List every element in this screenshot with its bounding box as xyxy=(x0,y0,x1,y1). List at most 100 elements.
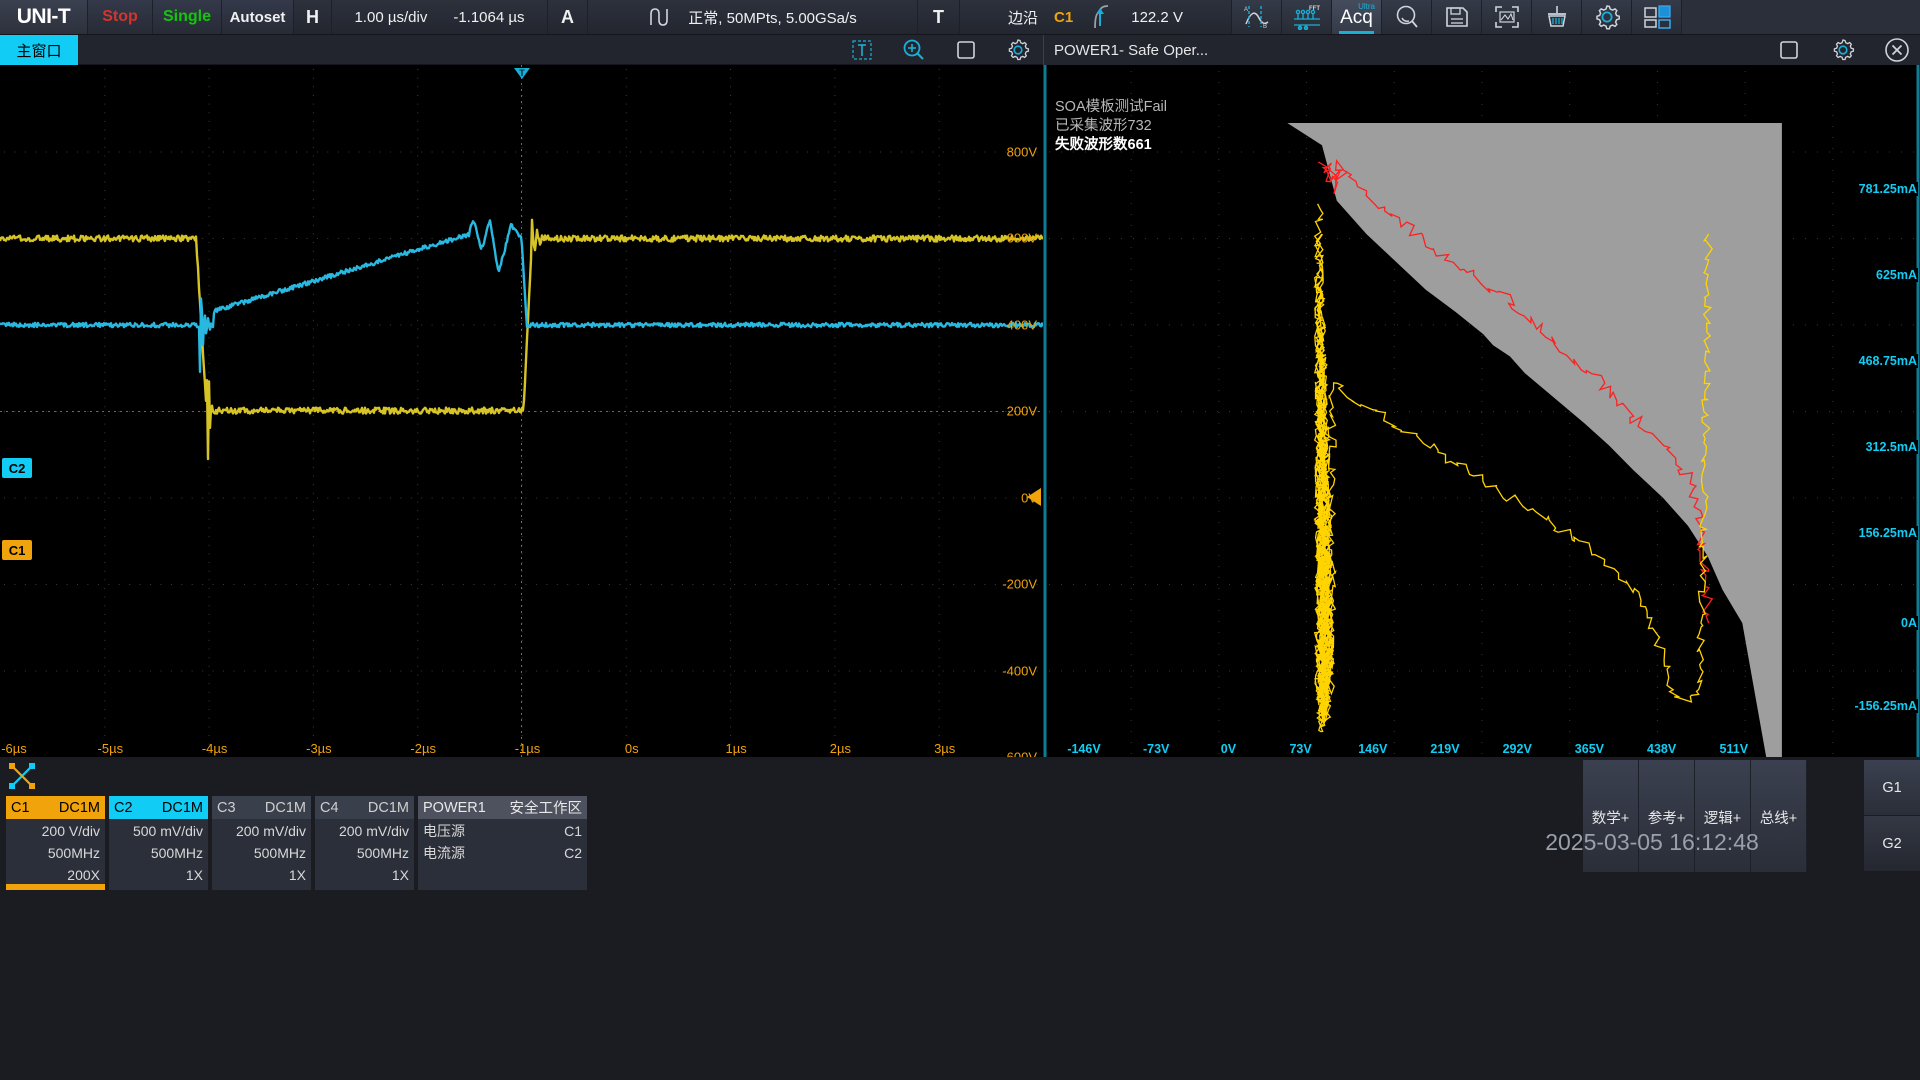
zoom-in-icon[interactable] xyxy=(901,37,927,63)
soa-canvas xyxy=(1043,65,1920,757)
power-voltage-source-row: 电压源 C1 xyxy=(423,820,582,842)
soa-note-3-text: 失败波形数661 xyxy=(1055,137,1152,153)
voltage-tick-label: 200V xyxy=(1007,404,1037,419)
screenshot-icon[interactable] xyxy=(1482,0,1532,34)
channel-scale-c2: 500 mV/div xyxy=(114,820,203,842)
close-icon[interactable] xyxy=(1884,37,1910,63)
time-tick-label: 3µs xyxy=(934,741,955,756)
soa-plot-area[interactable]: SOA模板测试Fail 已采集波形732 失败波形数661 781.25mA 62… xyxy=(1043,65,1920,757)
waveform-icon xyxy=(648,6,674,28)
power-label: POWER1 xyxy=(423,800,486,816)
channel-box-c4[interactable]: C4 DC1M 200 mV/div 500MHz 1X xyxy=(314,795,415,891)
oscilloscope-waveform-area[interactable]: T C2 C1 800V 600V 400V 200V 0V -200V -400V -600… xyxy=(0,65,1043,757)
stop-button[interactable]: Stop xyxy=(88,0,153,34)
voltage-tick-label: 0V xyxy=(1021,490,1037,505)
soa-note-2-text: 已采集波形732 xyxy=(1055,118,1152,134)
channel-marker-c2[interactable]: C2 xyxy=(2,458,32,478)
power-voltage-source-label: 电压源 xyxy=(423,820,465,842)
voltage-tick-label: 600V xyxy=(1007,231,1037,246)
channel-label-c2: C2 xyxy=(114,800,133,816)
soa-note-2: 已采集波形732 xyxy=(1055,117,1152,136)
ref-add-label: 参考+ xyxy=(1639,807,1694,828)
text-cursor-icon[interactable] xyxy=(849,37,875,63)
soa-voltage-tick-label: 219V xyxy=(1430,742,1459,756)
group-button-g2[interactable]: G2 xyxy=(1864,816,1920,872)
horizontal-indicator[interactable]: H xyxy=(294,0,332,34)
cursor-tools-icon[interactable] xyxy=(8,762,36,790)
time-axis-labels: -6µs -5µs -4µs -3µs -2µs -1µs 0s 1µs 2µs 3µs xyxy=(0,740,1043,757)
tab-main-window[interactable]: 主窗口 xyxy=(0,35,78,65)
soa-voltage-tick-label: 438V xyxy=(1647,742,1676,756)
horizontal-settings[interactable]: 1.00 µs/div -1.1064 µs xyxy=(332,0,548,34)
soa-current-tick-label: 0A xyxy=(1900,616,1918,630)
trigger-position-marker[interactable]: T xyxy=(513,67,529,85)
trigger-indicator[interactable]: T xyxy=(918,0,960,34)
soa-note-1-text: SOA模板测试Fail xyxy=(1055,99,1167,115)
gear-icon[interactable] xyxy=(1830,37,1856,63)
power-current-source-value: C2 xyxy=(564,842,582,864)
acquisition-info: 正常, 50MPts, 5.00GSa/s xyxy=(688,7,856,28)
trigger-level-value: 122.2 V xyxy=(1131,9,1183,26)
soa-current-tick-label: 312.5mA xyxy=(1865,440,1918,454)
bottom-bar: C1 DC1M 200 V/div 500MHz 200X C2 DC1M 50… xyxy=(0,757,1920,1080)
single-button[interactable]: Single xyxy=(153,0,222,34)
group-buttons: G1 G2 xyxy=(1864,760,1920,872)
time-tick-label: -4µs xyxy=(202,741,228,756)
svg-text:A: A xyxy=(1244,7,1248,13)
square-icon[interactable] xyxy=(953,37,979,63)
soa-current-axis-labels: 781.25mA 625mA 468.75mA 312.5mA 156.25mA 0A -1… xyxy=(1860,65,1920,757)
acquisition-settings[interactable]: 正常, 50MPts, 5.00GSa/s xyxy=(588,0,918,34)
channel-box-c3[interactable]: C3 DC1M 200 mV/div 500MHz 1X xyxy=(211,795,312,891)
channel-box-c1[interactable]: C1 DC1M 200 V/div 500MHz 200X xyxy=(5,795,106,891)
acquire-indicator[interactable]: A xyxy=(548,0,588,34)
power-analysis-box[interactable]: POWER1 安全工作区 电压源 C1 电流源 C2 xyxy=(417,795,588,891)
fft-icon[interactable]: FFT xyxy=(1282,0,1332,34)
square-icon[interactable] xyxy=(1776,37,1802,63)
power-current-source-label: 电流源 xyxy=(423,842,465,864)
main-window-toolbar: 主窗口 xyxy=(0,35,1043,65)
group-button-g1[interactable]: G1 xyxy=(1864,760,1920,816)
time-tick-label: -2µs xyxy=(410,741,436,756)
soa-voltage-axis-labels: -146V -73V 0V 73V 146V 219V 292V 365V 438V 511V xyxy=(1043,741,1920,757)
search-icon[interactable] xyxy=(1382,0,1432,34)
channel-bandwidth-c2: 500MHz xyxy=(114,842,203,864)
soa-current-tick-label: 781.25mA xyxy=(1858,182,1918,196)
top-toolbar: UNI-T Stop Single Autoset H 1.00 µs/div … xyxy=(0,0,1920,35)
settings-icon[interactable] xyxy=(1582,0,1632,34)
soa-current-tick-label: -156.25mA xyxy=(1853,699,1918,713)
horizontal-delay-value: -1.1064 µs xyxy=(453,9,524,26)
channel-bandwidth-c1: 500MHz xyxy=(11,842,100,864)
channel-probe-c4: 1X xyxy=(320,864,409,886)
measure-icon[interactable]: A B xyxy=(1232,0,1282,34)
soa-voltage-tick-label: -146V xyxy=(1067,742,1100,756)
bus-add-label: 总线+ xyxy=(1751,807,1806,828)
channel-scale-c3: 200 mV/div xyxy=(217,820,306,842)
save-icon[interactable] xyxy=(1432,0,1482,34)
bottom-right-controls: 数学+ 参考+ 逻辑+ 总线+ G1 G2 2025-03-05 16:12:4… xyxy=(1280,757,1920,872)
clear-icon[interactable] xyxy=(1532,0,1582,34)
channel-bandwidth-c4: 500MHz xyxy=(320,842,409,864)
time-tick-label: 2µs xyxy=(830,741,851,756)
svg-text:B: B xyxy=(1263,24,1267,30)
channel-marker-c1[interactable]: C1 xyxy=(2,540,32,560)
channel-coupling-c3: DC1M xyxy=(265,800,306,816)
power-current-source-row: 电流源 C2 xyxy=(423,842,582,864)
soa-current-tick-label: 468.75mA xyxy=(1858,354,1918,368)
layout-icon[interactable] xyxy=(1632,0,1682,34)
time-tick-label: -3µs xyxy=(306,741,332,756)
soa-window-header: POWER1- Safe Oper... xyxy=(1043,35,1920,65)
trigger-settings[interactable]: 边沿 C1 122.2 V xyxy=(960,0,1232,34)
voltage-tick-label: 400V xyxy=(1007,317,1037,332)
acq-icon[interactable]: Acq Ultra xyxy=(1332,0,1382,34)
trigger-source: C1 xyxy=(1054,9,1073,26)
voltage-tick-label: 800V xyxy=(1007,144,1037,159)
channel-box-c2[interactable]: C2 DC1M 500 mV/div 500MHz 1X xyxy=(108,795,209,891)
acq-ultra-label: Ultra xyxy=(1358,2,1375,11)
channel-scale-c4: 200 mV/div xyxy=(320,820,409,842)
scope-canvas xyxy=(0,65,1043,757)
gear-icon[interactable] xyxy=(1005,37,1031,63)
soa-voltage-tick-label: 146V xyxy=(1358,742,1387,756)
channel-probe-c2: 1X xyxy=(114,864,203,886)
voltage-tick-label: -400V xyxy=(1002,663,1037,678)
autoset-button[interactable]: Autoset xyxy=(222,0,294,34)
